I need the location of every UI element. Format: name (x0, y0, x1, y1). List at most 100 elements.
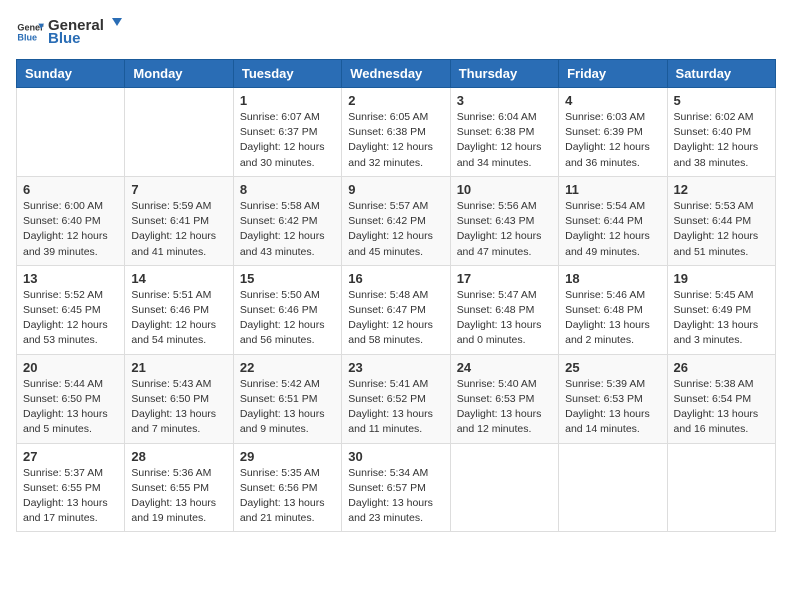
calendar-cell: 26 Sunrise: 5:38 AM Sunset: 6:54 PM Dayli… (667, 354, 775, 443)
day-number: 17 (457, 271, 552, 286)
day-detail: Sunrise: 5:38 AM Sunset: 6:54 PM Dayligh… (674, 377, 769, 438)
calendar-cell: 10 Sunrise: 5:56 AM Sunset: 6:43 PM Dayli… (450, 176, 558, 265)
day-detail: Sunrise: 5:52 AM Sunset: 6:45 PM Dayligh… (23, 288, 118, 349)
calendar-cell: 27 Sunrise: 5:37 AM Sunset: 6:55 PM Dayli… (17, 443, 125, 532)
day-detail: Sunrise: 5:56 AM Sunset: 6:43 PM Dayligh… (457, 199, 552, 260)
calendar-cell: 17 Sunrise: 5:47 AM Sunset: 6:48 PM Dayli… (450, 265, 558, 354)
week-row-1: 1Sunrise: 6:07 AM Sunset: 6:37 PM Daylig… (17, 88, 776, 177)
day-detail: Sunrise: 5:41 AM Sunset: 6:52 PM Dayligh… (348, 377, 443, 438)
calendar-header-sunday: Sunday (17, 60, 125, 88)
day-number: 28 (131, 449, 226, 464)
calendar-cell: 11Sunrise: 5:54 AM Sunset: 6:44 PM Dayli… (559, 176, 667, 265)
calendar-cell: 14 Sunrise: 5:51 AM Sunset: 6:46 PM Dayli… (125, 265, 233, 354)
day-number: 30 (348, 449, 443, 464)
day-detail: Sunrise: 6:03 AM Sunset: 6:39 PM Dayligh… (565, 110, 660, 171)
day-detail: Sunrise: 5:35 AM Sunset: 6:56 PM Dayligh… (240, 466, 335, 527)
calendar-cell: 18 Sunrise: 5:46 AM Sunset: 6:48 PM Dayli… (559, 265, 667, 354)
day-number: 26 (674, 360, 769, 375)
day-number: 21 (131, 360, 226, 375)
day-detail: Sunrise: 5:48 AM Sunset: 6:47 PM Dayligh… (348, 288, 443, 349)
day-number: 24 (457, 360, 552, 375)
day-number: 2 (348, 93, 443, 108)
logo-triangle-icon (104, 16, 122, 34)
day-detail: Sunrise: 5:59 AM Sunset: 6:41 PM Dayligh… (131, 199, 226, 260)
calendar-cell: 9 Sunrise: 5:57 AM Sunset: 6:42 PM Daylig… (342, 176, 450, 265)
calendar-header-monday: Monday (125, 60, 233, 88)
day-number: 7 (131, 182, 226, 197)
calendar-header-saturday: Saturday (667, 60, 775, 88)
calendar-header-thursday: Thursday (450, 60, 558, 88)
day-detail: Sunrise: 5:43 AM Sunset: 6:50 PM Dayligh… (131, 377, 226, 438)
calendar-table: SundayMondayTuesdayWednesdayThursdayFrid… (16, 59, 776, 532)
calendar-cell: 4 Sunrise: 6:03 AM Sunset: 6:39 PM Daylig… (559, 88, 667, 177)
calendar-cell: 24 Sunrise: 5:40 AM Sunset: 6:53 PM Dayli… (450, 354, 558, 443)
calendar-cell: 8 Sunrise: 5:58 AM Sunset: 6:42 PM Daylig… (233, 176, 341, 265)
day-number: 13 (23, 271, 118, 286)
calendar-cell: 5Sunrise: 6:02 AM Sunset: 6:40 PM Daylig… (667, 88, 775, 177)
day-detail: Sunrise: 5:46 AM Sunset: 6:48 PM Dayligh… (565, 288, 660, 349)
day-detail: Sunrise: 5:51 AM Sunset: 6:46 PM Dayligh… (131, 288, 226, 349)
calendar-header-friday: Friday (559, 60, 667, 88)
day-number: 25 (565, 360, 660, 375)
day-detail: Sunrise: 5:39 AM Sunset: 6:53 PM Dayligh… (565, 377, 660, 438)
day-detail: Sunrise: 6:04 AM Sunset: 6:38 PM Dayligh… (457, 110, 552, 171)
calendar-cell: 21 Sunrise: 5:43 AM Sunset: 6:50 PM Dayli… (125, 354, 233, 443)
day-number: 16 (348, 271, 443, 286)
calendar-header-wednesday: Wednesday (342, 60, 450, 88)
day-number: 27 (23, 449, 118, 464)
day-number: 6 (23, 182, 118, 197)
day-detail: Sunrise: 6:02 AM Sunset: 6:40 PM Dayligh… (674, 110, 769, 171)
day-number: 15 (240, 271, 335, 286)
day-detail: Sunrise: 5:42 AM Sunset: 6:51 PM Dayligh… (240, 377, 335, 438)
week-row-3: 13 Sunrise: 5:52 AM Sunset: 6:45 PM Dayli… (17, 265, 776, 354)
day-number: 18 (565, 271, 660, 286)
day-number: 22 (240, 360, 335, 375)
day-number: 14 (131, 271, 226, 286)
day-number: 11 (565, 182, 660, 197)
day-number: 10 (457, 182, 552, 197)
calendar-cell: 15 Sunrise: 5:50 AM Sunset: 6:46 PM Dayli… (233, 265, 341, 354)
day-detail: Sunrise: 5:37 AM Sunset: 6:55 PM Dayligh… (23, 466, 118, 527)
calendar-cell: 25 Sunrise: 5:39 AM Sunset: 6:53 PM Dayli… (559, 354, 667, 443)
svg-text:Blue: Blue (17, 32, 37, 42)
calendar-cell: 20 Sunrise: 5:44 AM Sunset: 6:50 PM Dayli… (17, 354, 125, 443)
calendar-header-tuesday: Tuesday (233, 60, 341, 88)
calendar-cell: 23 Sunrise: 5:41 AM Sunset: 6:52 PM Dayli… (342, 354, 450, 443)
day-detail: Sunrise: 5:40 AM Sunset: 6:53 PM Dayligh… (457, 377, 552, 438)
calendar-cell (450, 443, 558, 532)
week-row-5: 27 Sunrise: 5:37 AM Sunset: 6:55 PM Dayli… (17, 443, 776, 532)
day-detail: Sunrise: 5:53 AM Sunset: 6:44 PM Dayligh… (674, 199, 769, 260)
day-detail: Sunrise: 5:50 AM Sunset: 6:46 PM Dayligh… (240, 288, 335, 349)
calendar-cell: 28 Sunrise: 5:36 AM Sunset: 6:55 PM Dayli… (125, 443, 233, 532)
calendar-cell (17, 88, 125, 177)
calendar-cell: 29Sunrise: 5:35 AM Sunset: 6:56 PM Dayli… (233, 443, 341, 532)
calendar-cell: 13 Sunrise: 5:52 AM Sunset: 6:45 PM Dayli… (17, 265, 125, 354)
day-detail: Sunrise: 6:05 AM Sunset: 6:38 PM Dayligh… (348, 110, 443, 171)
day-detail: Sunrise: 5:34 AM Sunset: 6:57 PM Dayligh… (348, 466, 443, 527)
day-detail: Sunrise: 5:47 AM Sunset: 6:48 PM Dayligh… (457, 288, 552, 349)
day-number: 9 (348, 182, 443, 197)
calendar-cell: 16 Sunrise: 5:48 AM Sunset: 6:47 PM Dayli… (342, 265, 450, 354)
calendar-cell: 6 Sunrise: 6:00 AM Sunset: 6:40 PM Daylig… (17, 176, 125, 265)
day-detail: Sunrise: 5:58 AM Sunset: 6:42 PM Dayligh… (240, 199, 335, 260)
calendar-cell (559, 443, 667, 532)
calendar-cell: 12 Sunrise: 5:53 AM Sunset: 6:44 PM Dayli… (667, 176, 775, 265)
calendar-cell: 3 Sunrise: 6:04 AM Sunset: 6:38 PM Daylig… (450, 88, 558, 177)
day-number: 3 (457, 93, 552, 108)
day-detail: Sunrise: 5:36 AM Sunset: 6:55 PM Dayligh… (131, 466, 226, 527)
day-detail: Sunrise: 5:44 AM Sunset: 6:50 PM Dayligh… (23, 377, 118, 438)
calendar-cell: 22 Sunrise: 5:42 AM Sunset: 6:51 PM Dayli… (233, 354, 341, 443)
logo-icon: General Blue (16, 18, 44, 46)
day-number: 23 (348, 360, 443, 375)
calendar-cell: 2 Sunrise: 6:05 AM Sunset: 6:38 PM Daylig… (342, 88, 450, 177)
day-number: 20 (23, 360, 118, 375)
calendar-cell: 30 Sunrise: 5:34 AM Sunset: 6:57 PM Dayli… (342, 443, 450, 532)
day-number: 4 (565, 93, 660, 108)
calendar-cell: 19Sunrise: 5:45 AM Sunset: 6:49 PM Dayli… (667, 265, 775, 354)
day-number: 12 (674, 182, 769, 197)
header-row: SundayMondayTuesdayWednesdayThursdayFrid… (17, 60, 776, 88)
day-detail: Sunrise: 6:00 AM Sunset: 6:40 PM Dayligh… (23, 199, 118, 260)
day-number: 8 (240, 182, 335, 197)
day-detail: Sunrise: 5:57 AM Sunset: 6:42 PM Dayligh… (348, 199, 443, 260)
week-row-4: 20 Sunrise: 5:44 AM Sunset: 6:50 PM Dayli… (17, 354, 776, 443)
